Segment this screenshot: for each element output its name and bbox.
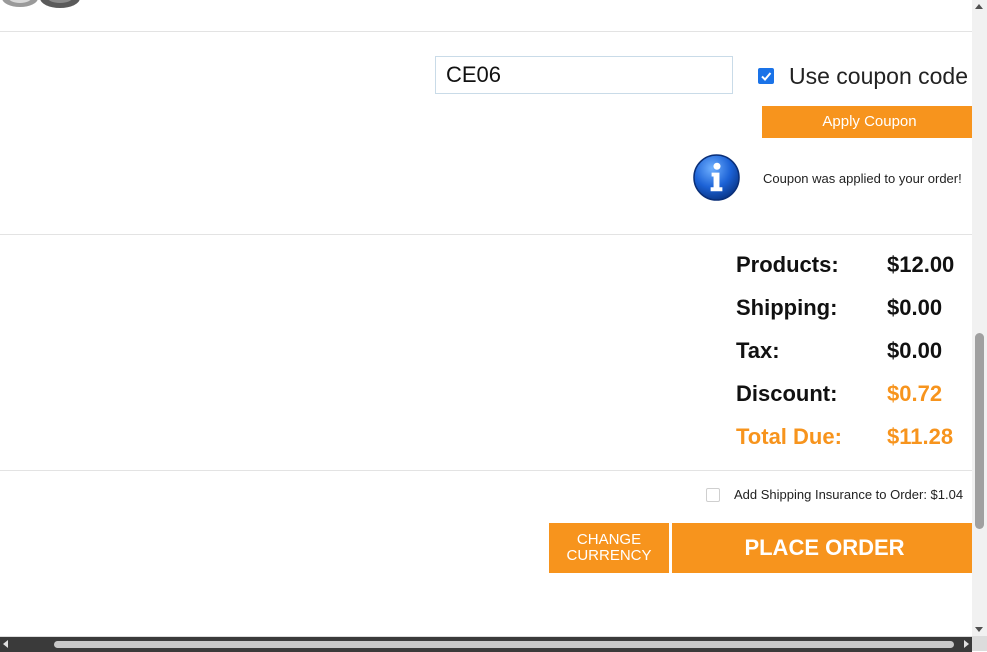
shipping-row: Shipping: $0.00 <box>736 295 972 325</box>
products-label: Products: <box>736 252 839 277</box>
tax-row: Tax: $0.00 <box>736 338 972 368</box>
shipping-insurance-checkbox[interactable] <box>706 488 720 502</box>
use-coupon-label: Use coupon code <box>789 63 969 89</box>
products-row: Products: $12.00 <box>736 252 972 282</box>
scroll-right-arrow-icon[interactable] <box>964 640 969 648</box>
divider <box>0 234 972 235</box>
discount-label: Discount: <box>736 381 838 406</box>
coupon-code-input[interactable] <box>435 56 733 94</box>
place-order-label: PLACE ORDER <box>744 535 905 560</box>
scroll-down-arrow-icon[interactable] <box>975 627 983 632</box>
product-thumbnail <box>2 0 80 8</box>
total-due-label: Total Due: <box>736 424 842 449</box>
info-icon <box>693 154 740 201</box>
change-currency-button[interactable]: CHANGE CURRENCY <box>549 523 669 573</box>
use-coupon-checkbox[interactable] <box>758 68 774 84</box>
apply-coupon-button[interactable]: Apply Coupon <box>762 106 972 138</box>
place-order-button[interactable]: PLACE ORDER <box>672 523 972 573</box>
checkout-page: Use coupon code Apply Coupon Coupon was … <box>0 0 972 636</box>
total-due-row: Total Due: $11.28 <box>736 424 972 454</box>
divider <box>0 470 972 471</box>
shipping-insurance-label: Add Shipping Insurance to Order: $1.04 <box>734 487 964 502</box>
horizontal-scroll-thumb[interactable] <box>54 641 954 648</box>
scrollbar-corner <box>972 636 987 651</box>
change-currency-line2: CURRENCY <box>566 547 652 564</box>
checkmark-icon <box>761 72 772 81</box>
tax-value: $0.00 <box>887 338 943 363</box>
products-value: $12.00 <box>887 252 955 277</box>
scroll-left-arrow-icon[interactable] <box>3 640 8 648</box>
vertical-scroll-thumb[interactable] <box>975 333 984 529</box>
shipping-value: $0.00 <box>887 295 943 320</box>
discount-row: Discount: $0.72 <box>736 381 972 411</box>
shipping-label: Shipping: <box>736 295 838 320</box>
coupon-applied-message: Coupon was applied to your order! <box>763 171 962 186</box>
total-due-value: $11.28 <box>887 424 954 449</box>
divider <box>0 31 972 32</box>
horizontal-scrollbar[interactable] <box>0 636 972 652</box>
tax-label: Tax: <box>736 338 780 363</box>
scroll-up-arrow-icon[interactable] <box>975 4 983 9</box>
change-currency-line1: CHANGE <box>576 531 642 548</box>
vertical-scrollbar[interactable] <box>972 0 987 636</box>
discount-value: $0.72 <box>887 381 943 406</box>
